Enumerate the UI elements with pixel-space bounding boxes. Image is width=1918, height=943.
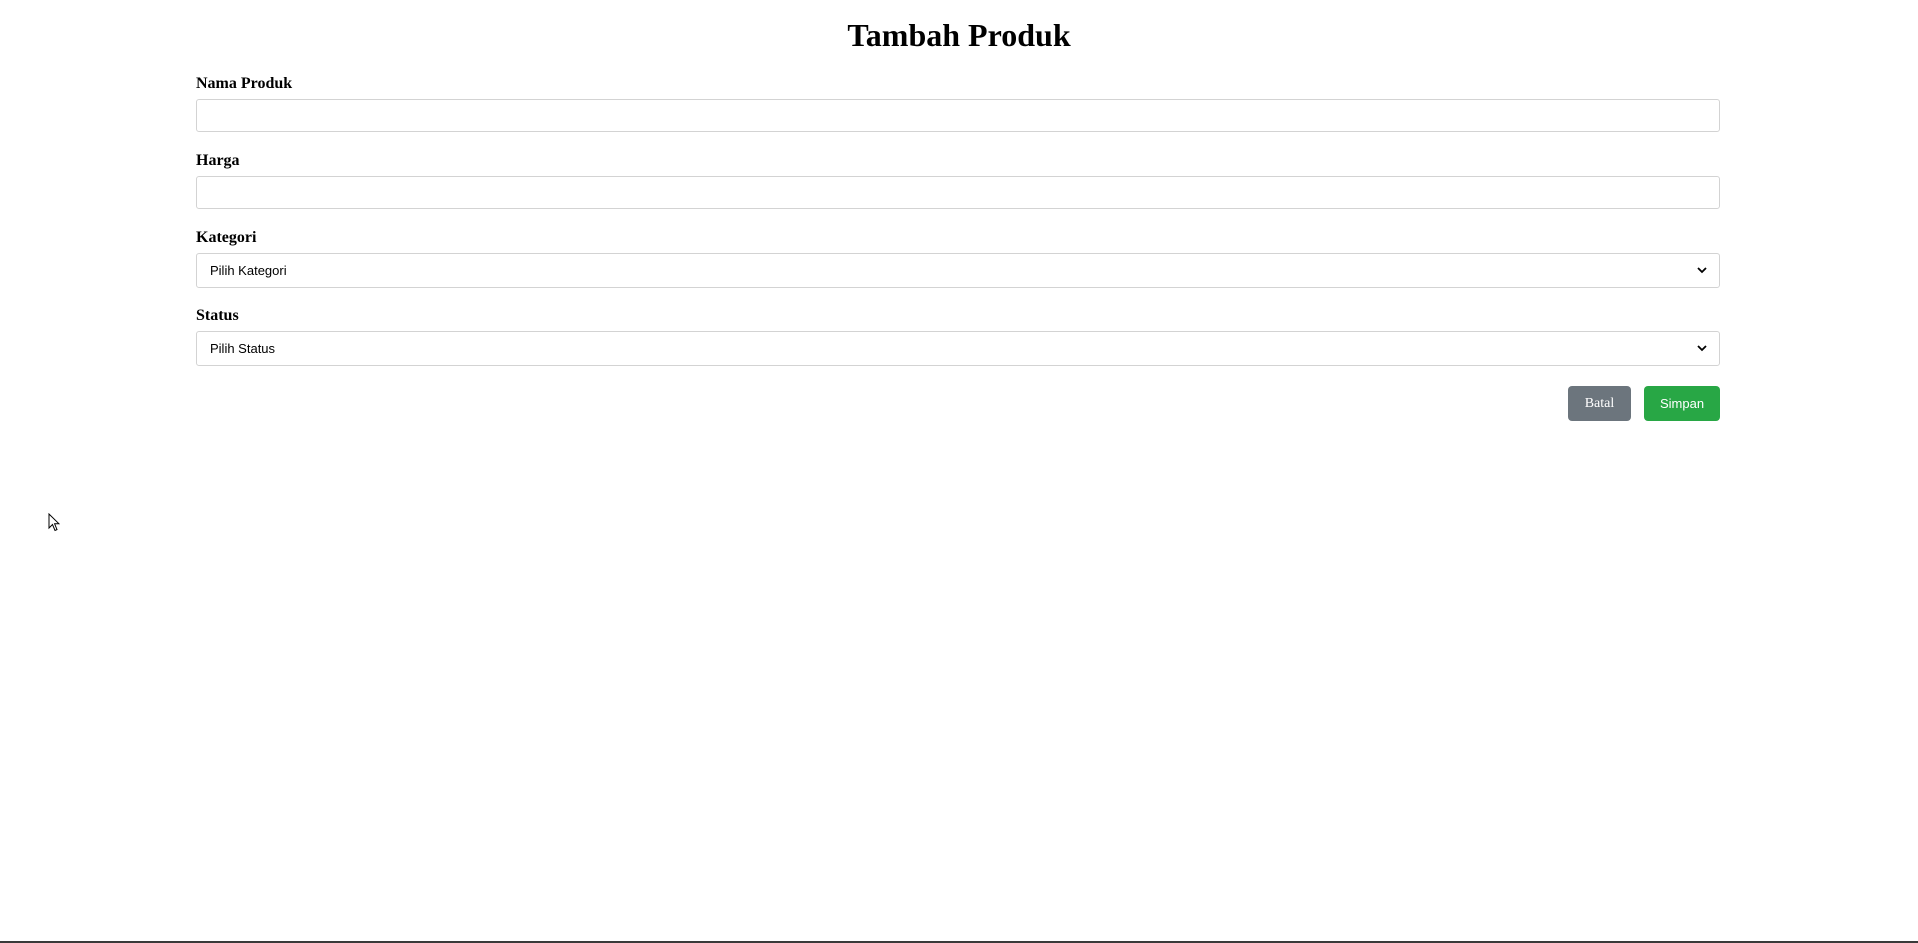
category-label: Kategori [196,229,257,246]
product-name-label: Nama Produk [196,75,293,92]
add-product-form: Nama Produk Harga Kategori Pilih Kategor… [196,74,1720,421]
price-label: Harga [196,152,240,169]
status-select[interactable]: Pilih Status [196,331,1720,366]
category-select[interactable]: Pilih Kategori [196,253,1720,288]
status-label: Status [196,307,239,324]
price-group: Harga [196,151,1720,209]
cancel-button[interactable]: Batal [1568,386,1631,421]
product-name-input[interactable] [196,99,1720,132]
mouse-cursor-icon [48,513,60,532]
save-button[interactable]: Simpan [1644,386,1720,421]
status-select-value: Pilih Status [210,341,276,356]
chevron-down-icon [1697,345,1707,352]
category-select-value: Pilih Kategori [210,263,287,278]
status-group: Status Pilih Status [196,306,1720,366]
price-input[interactable] [196,176,1720,209]
chevron-down-icon [1697,267,1707,274]
form-actions: Batal Simpan [196,386,1720,421]
category-group: Kategori Pilih Kategori [196,228,1720,288]
product-name-group: Nama Produk [196,74,1720,132]
page-title: Tambah Produk [847,17,1071,53]
